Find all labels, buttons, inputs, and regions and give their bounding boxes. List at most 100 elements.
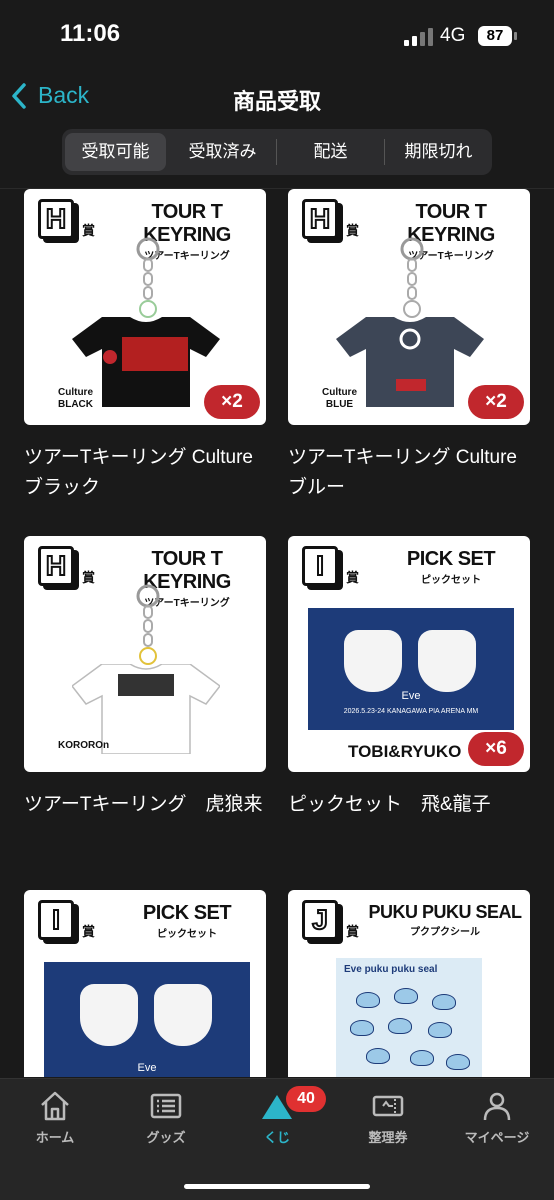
product-name: ツアーTキーリング 虎狼来	[24, 794, 263, 815]
variant-tag: Culture BLACK	[58, 387, 93, 410]
product-image: H 賞 TOUR T KEYRING ツアーTキーリング Culture	[24, 189, 266, 425]
tab-goods[interactable]: グッズ	[121, 1089, 211, 1146]
prize-suffix: 賞	[346, 924, 360, 939]
heading-jp: ツアーTキーリング	[144, 598, 230, 609]
product-card[interactable]: H 賞 TOUR T KEYRING ツアーTキーリング KOROROn ツアー…	[24, 536, 266, 820]
quantity-badge: ×6	[468, 732, 524, 766]
seal-sticker	[410, 1050, 434, 1066]
keyring-chain-icon	[400, 237, 424, 318]
prize-letter: I	[302, 546, 338, 586]
product-card[interactable]: I 賞 PICK SET ピックセット Eve 2026.5.23-24 KAN…	[24, 890, 266, 1077]
heading-en: PICK SET	[142, 902, 232, 924]
product-heading: PICK SET ピックセット	[112, 902, 262, 940]
prize-suffix: 賞	[346, 570, 360, 585]
tshirt-black-illustration	[72, 317, 220, 407]
heading-en: TOUR T KEYRING	[407, 201, 495, 246]
keyring-chain-icon	[136, 237, 160, 318]
tab-ticket[interactable]: 整理券	[343, 1089, 433, 1146]
product-heading: TOUR T KEYRING ツアーTキーリング	[376, 201, 526, 262]
cellular-signal-icon	[404, 28, 433, 46]
tab-received[interactable]: 受取済み	[172, 133, 273, 171]
product-image: J 賞 PUKU PUKU SEAL プクプクシール Eve puku puku…	[288, 890, 530, 1077]
product-heading: TOUR T KEYRING ツアーTキーリング	[112, 201, 262, 262]
heading-jp: プクプクシール	[410, 927, 480, 938]
prize-letter: I	[38, 900, 74, 940]
tab-expired[interactable]: 期限切れ	[388, 133, 489, 171]
seal-sticker	[428, 1022, 452, 1038]
tab-home[interactable]: ホーム	[10, 1089, 100, 1146]
event-date: 2026.5.23-24 KANAGAWA PIA ARENA MM	[343, 708, 479, 715]
product-card[interactable]: I 賞 PICK SET ピックセット Eve 2026.5.23-24 KAN…	[288, 536, 530, 820]
prize-suffix: 賞	[346, 223, 360, 238]
prize-letter: J	[302, 900, 338, 940]
kuji-count-badge: 40	[286, 1086, 326, 1112]
battery-icon: 87	[478, 26, 512, 46]
seal-sticker	[366, 1048, 390, 1064]
product-grid: H 賞 TOUR T KEYRING ツアーTキーリング Culture BLA…	[0, 189, 554, 1077]
page-title: 商品受取	[232, 89, 321, 114]
quantity-badge: ×2	[204, 385, 260, 419]
seal-sticker	[446, 1054, 470, 1070]
seal-sticker	[356, 992, 380, 1008]
heading-en: PUKU PUKU SEAL	[368, 902, 522, 922]
person-icon	[483, 1092, 511, 1121]
product-name: ツアーTキーリング Cultureブラック	[24, 447, 253, 498]
guitar-pick	[80, 984, 138, 1046]
heading-jp: ツアーTキーリング	[144, 251, 230, 262]
product-heading: PUKU PUKU SEAL プクプクシール	[364, 902, 526, 938]
heading-jp: ピックセット	[421, 575, 481, 586]
product-heading: PICK SET ピックセット	[376, 548, 526, 586]
prize-suffix: 賞	[82, 924, 96, 939]
status-bar: 11:06 4G 87	[0, 0, 554, 70]
guitar-pick	[418, 630, 476, 692]
status-time: 11:06	[60, 20, 121, 47]
tab-separator	[384, 139, 385, 165]
prize-badge: J 賞	[302, 900, 359, 940]
product-image: H 賞 TOUR T KEYRING ツアーTキーリング Culture	[288, 189, 530, 425]
network-type: 4G	[440, 25, 466, 46]
tab-receivable[interactable]: 受取可能	[65, 133, 166, 171]
heading-jp: ツアーTキーリング	[408, 251, 494, 262]
prize-badge: H 賞	[302, 199, 359, 239]
heading-en: TOUR T KEYRING	[143, 548, 231, 593]
product-card[interactable]: H 賞 TOUR T KEYRING ツアーTキーリング Culture	[288, 189, 530, 503]
product-card[interactable]: J 賞 PUKU PUKU SEAL プクプクシール Eve puku puku…	[288, 890, 530, 1077]
band-name: Eve	[137, 1062, 157, 1074]
prize-badge: I 賞	[302, 546, 359, 586]
prize-badge: I 賞	[38, 900, 95, 940]
ticket-icon	[372, 1095, 404, 1117]
prize-letter: H	[38, 546, 74, 586]
guitar-pick	[344, 630, 402, 692]
variant-tag: Culture BLUE	[322, 387, 357, 410]
quantity-badge: ×2	[468, 385, 524, 419]
product-card[interactable]: H 賞 TOUR T KEYRING ツアーTキーリング Culture	[24, 189, 266, 503]
prize-letter: H	[302, 199, 338, 239]
seal-sticker	[388, 1018, 412, 1034]
product-heading: TOUR T KEYRING ツアーTキーリング	[112, 548, 262, 609]
home-indicator	[184, 1184, 370, 1189]
guitar-pick	[154, 984, 212, 1046]
status-segmented-control: 受取可能 受取済み 配送 期限切れ	[62, 129, 492, 175]
prize-letter: H	[38, 199, 74, 239]
seal-sticker	[432, 994, 456, 1010]
band-name: Eve	[401, 690, 421, 702]
pick-set-art: Eve 2026.5.23-24 KANAGAWA PIA ARENA MM	[44, 962, 250, 1077]
navigation-bar: Back 商品受取	[0, 72, 554, 122]
product-name: ピックセット 飛&龍子	[288, 794, 491, 815]
seal-sticker	[350, 1020, 374, 1036]
variant-tag: KOROROn	[58, 740, 110, 751]
heading-jp: ピックセット	[157, 929, 217, 940]
bottom-tab-bar: ホーム グッズ くじ 整理券 マイページ	[0, 1078, 554, 1200]
prize-suffix: 賞	[82, 223, 96, 238]
product-image: H 賞 TOUR T KEYRING ツアーTキーリング KOROROn	[24, 536, 266, 772]
tab-delivery[interactable]: 配送	[280, 133, 381, 171]
prize-suffix: 賞	[82, 570, 96, 585]
tab-mypage[interactable]: マイページ	[452, 1089, 542, 1146]
goods-list-icon	[150, 1093, 182, 1119]
heading-en: TOUR T KEYRING	[143, 201, 231, 246]
keyring-chain-icon	[136, 584, 160, 665]
seal-brand: Eve puku puku seal	[344, 964, 438, 975]
home-icon	[41, 1091, 69, 1121]
heading-en: PICK SET	[406, 548, 496, 570]
seal-sticker	[394, 988, 418, 1004]
